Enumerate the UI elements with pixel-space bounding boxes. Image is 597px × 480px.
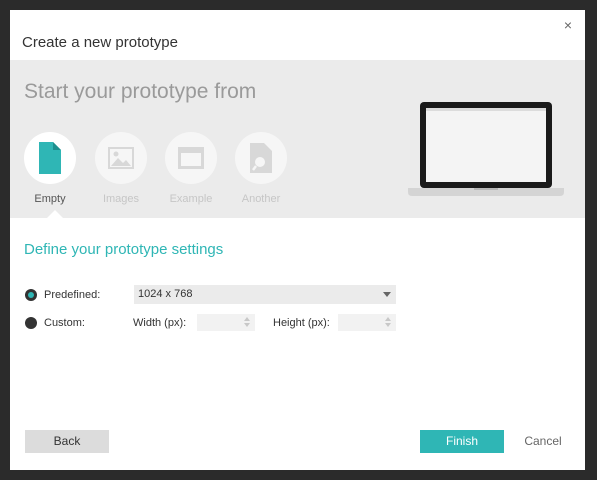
- predefined-label: Predefined:: [44, 289, 101, 301]
- selection-pointer: [47, 210, 63, 218]
- option-empty-circle: [24, 132, 76, 184]
- custom-radio[interactable]: [25, 317, 37, 329]
- height-label: Height (px):: [273, 317, 330, 329]
- option-another[interactable]: Another: [235, 132, 287, 205]
- height-input[interactable]: [338, 314, 396, 331]
- laptop-preview-icon: [408, 102, 564, 196]
- option-images-circle: [95, 132, 147, 184]
- back-button[interactable]: Back: [25, 430, 109, 453]
- height-spinner[interactable]: [384, 316, 392, 329]
- document-search-icon: [250, 143, 272, 173]
- dialog-title: Create a new prototype: [22, 34, 178, 51]
- finish-button[interactable]: Finish: [420, 430, 504, 453]
- cancel-button[interactable]: Cancel: [518, 430, 568, 453]
- spin-down-icon: [385, 323, 391, 327]
- width-spinner[interactable]: [243, 316, 251, 329]
- spin-up-icon: [244, 317, 250, 321]
- custom-label: Custom:: [44, 317, 85, 329]
- image-icon: [108, 147, 134, 169]
- settings-heading: Define your prototype settings: [24, 241, 224, 258]
- option-empty-label: Empty: [34, 193, 66, 205]
- window-icon: [178, 147, 204, 169]
- width-label: Width (px):: [133, 317, 187, 329]
- document-icon: [39, 142, 61, 174]
- predefined-radio[interactable]: [25, 289, 37, 301]
- width-input[interactable]: [197, 314, 255, 331]
- new-prototype-dialog: × Create a new prototype Start your prot…: [10, 10, 585, 470]
- spin-down-icon: [244, 323, 250, 327]
- option-example-label: Example: [169, 193, 213, 205]
- predefined-size-select[interactable]: 1024 x 768: [134, 285, 396, 304]
- close-icon[interactable]: ×: [561, 18, 575, 32]
- option-example-circle: [165, 132, 217, 184]
- spin-up-icon: [385, 317, 391, 321]
- option-images[interactable]: Images: [95, 132, 147, 205]
- predefined-size-value: 1024 x 768: [138, 288, 193, 300]
- option-another-label: Another: [241, 193, 281, 205]
- option-images-label: Images: [102, 193, 140, 205]
- chevron-down-icon: [383, 292, 391, 297]
- start-from-panel: Start your prototype from Empty Images E…: [10, 60, 585, 218]
- start-heading: Start your prototype from: [24, 80, 257, 103]
- option-empty[interactable]: Empty: [24, 132, 76, 205]
- option-example[interactable]: Example: [165, 132, 217, 205]
- option-another-circle: [235, 132, 287, 184]
